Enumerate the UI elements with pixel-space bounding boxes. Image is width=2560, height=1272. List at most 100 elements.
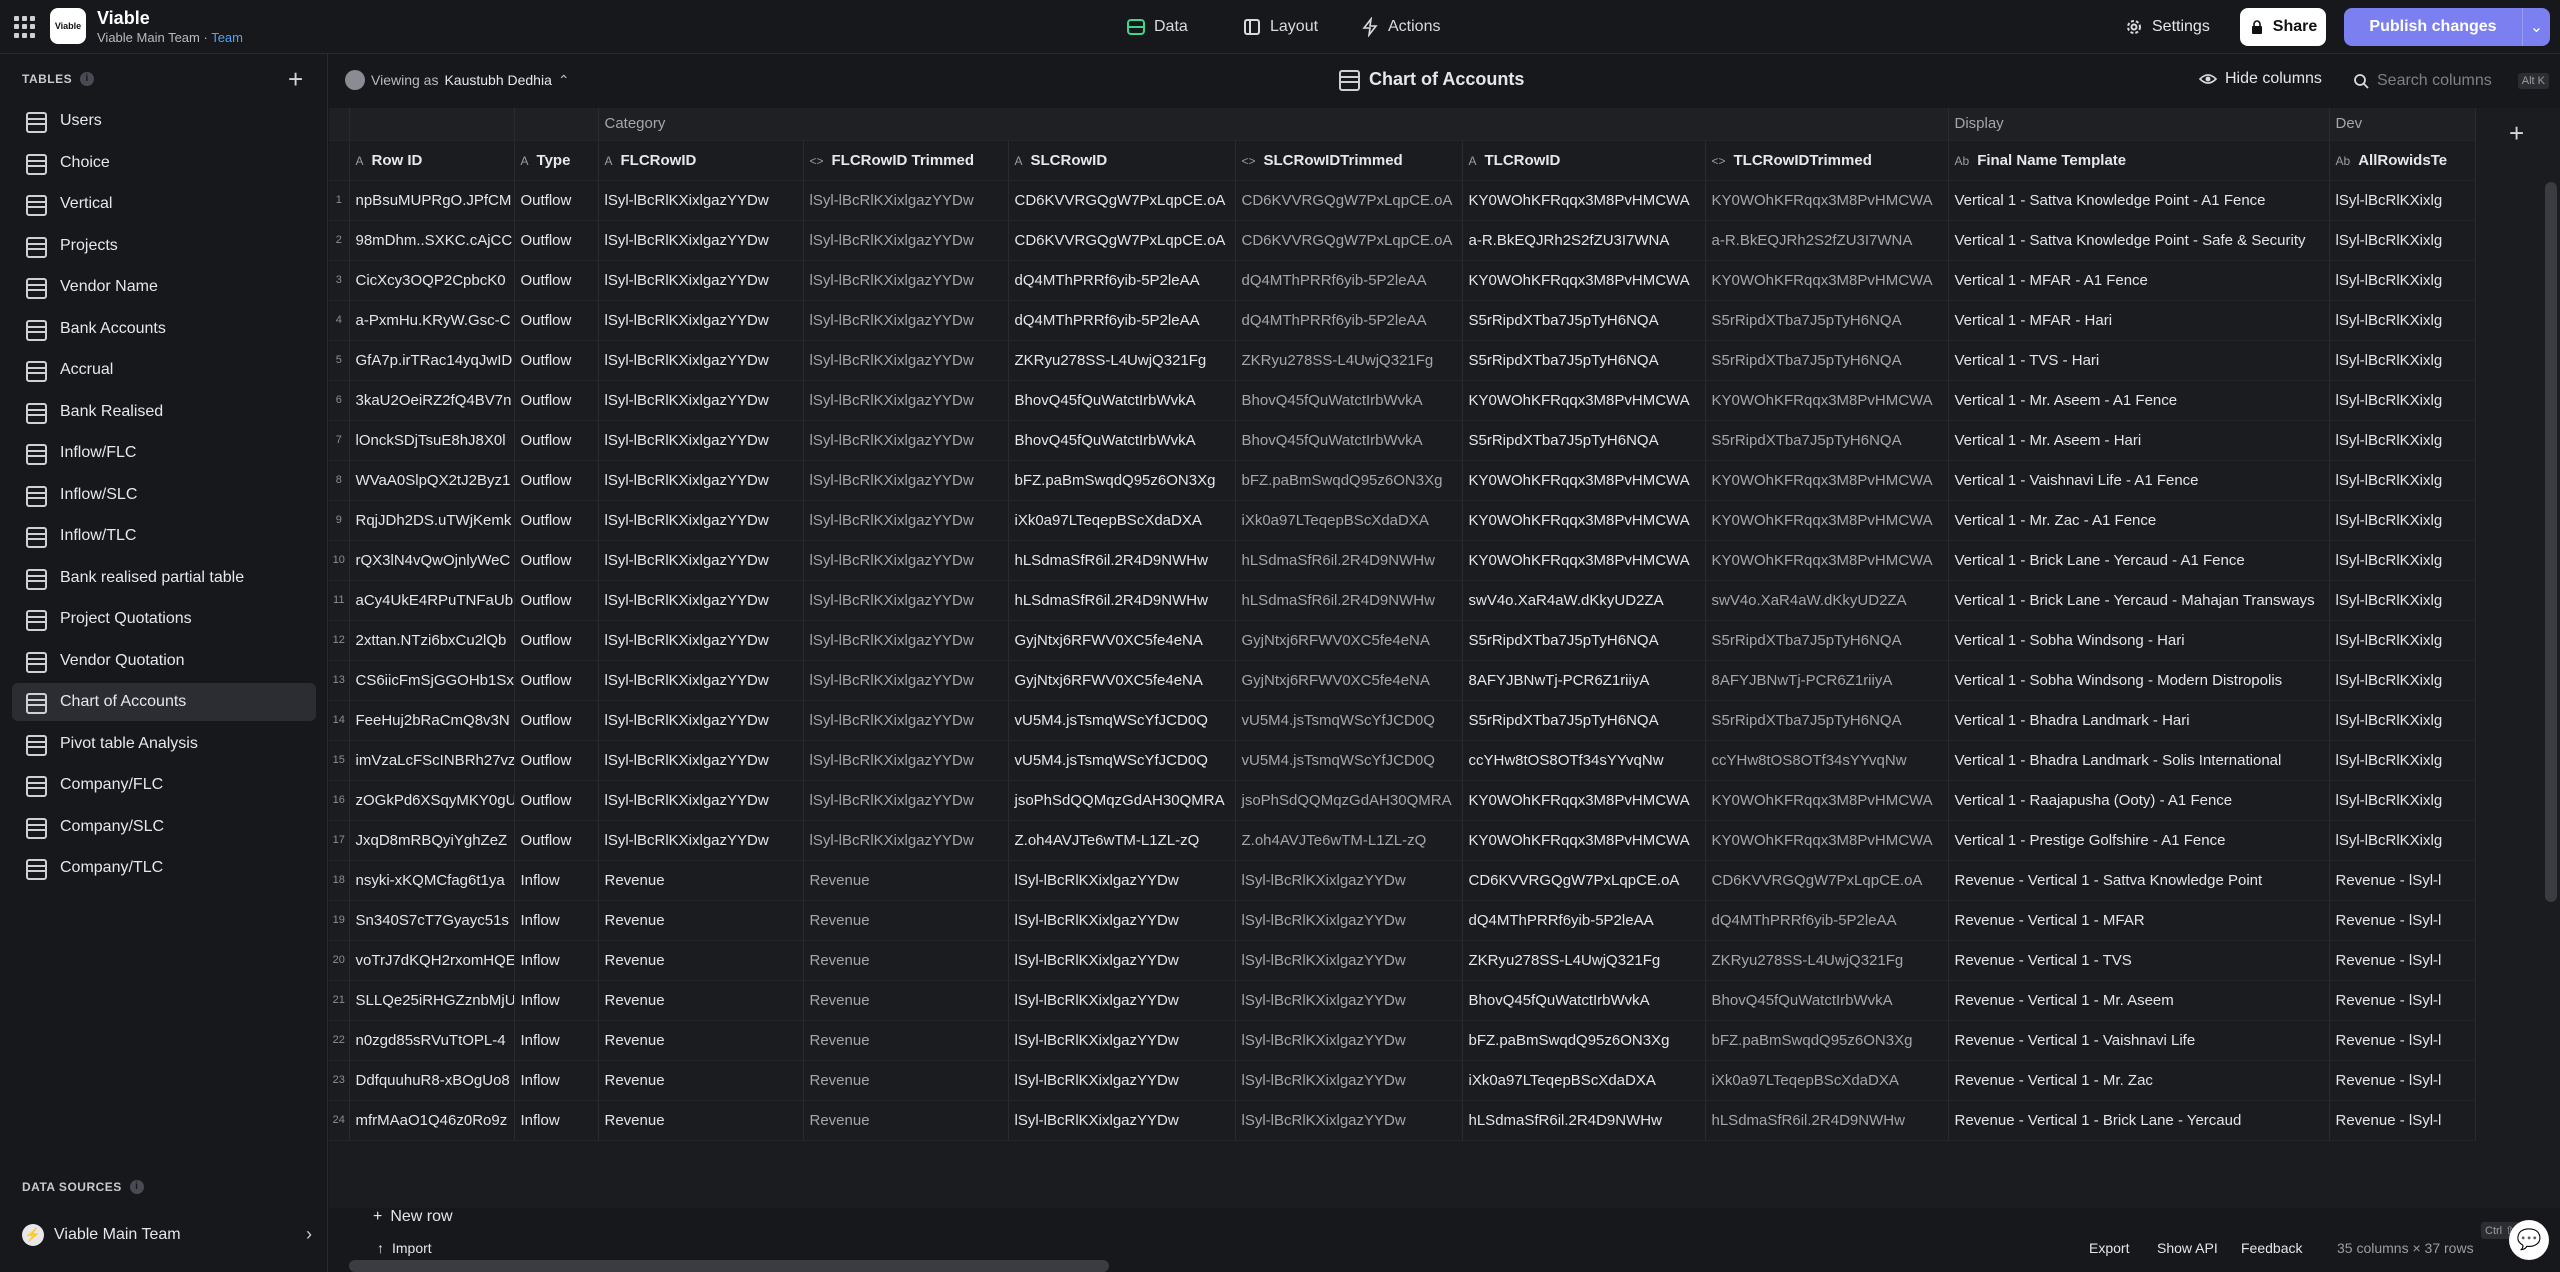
table-cell[interactable]: S5rRipdXTba7J5pTyH6NQA [1462, 300, 1706, 341]
table-cell[interactable]: FeeHuj2bRaCmQ8v3N [349, 700, 515, 741]
table-cell[interactable]: KY0WOhKFRqqx3M8PvHMCWA [1705, 820, 1949, 861]
table-cell[interactable]: Vertical 1 - Mr. Aseem - A1 Fence [1948, 380, 2330, 421]
table-cell[interactable]: lSyl-lBcRlKXixlgazYYDw [1235, 1060, 1463, 1101]
table-row[interactable]: 20 voTrJ7dKQH2rxomHQE Inflow Revenue Revenue… [329, 940, 2476, 981]
table-cell[interactable]: BhovQ45fQuWatctIrbWvkA [1008, 380, 1236, 421]
table-cell[interactable]: lSyl-lBcRlKXixlgazYYDw [598, 460, 804, 501]
table-cell[interactable]: Revenue - lSyl-l [2329, 1100, 2476, 1141]
table-cell[interactable]: ZKRyu278SS-L4UwjQ321Fg [1008, 340, 1236, 381]
table-cell[interactable]: KY0WOhKFRqqx3M8PvHMCWA [1462, 260, 1706, 301]
table-cell[interactable]: Inflow [514, 940, 599, 981]
table-cell[interactable]: Outflow [514, 180, 599, 221]
table-cell[interactable]: Inflow [514, 1020, 599, 1061]
column-header[interactable]: A Type [514, 140, 599, 181]
table-cell[interactable]: CS6iicFmSjGGOHb1Sx [349, 660, 515, 701]
table-cell[interactable]: mfrMAaO1Q46z0Ro9z [349, 1100, 515, 1141]
table-cell[interactable]: S5rRipdXTba7J5pTyH6NQA [1705, 700, 1949, 741]
column-header[interactable]: A Row ID [349, 140, 515, 181]
table-cell[interactable]: hLSdmaSfR6il.2R4D9NWHw [1235, 540, 1463, 581]
table-cell[interactable]: dQ4MThPRRf6yib-5P2leAA [1235, 260, 1463, 301]
table-cell[interactable]: Revenue [803, 1100, 1009, 1141]
table-cell[interactable]: lSyl-lBcRlKXixlgazYYDw [803, 780, 1009, 821]
table-cell[interactable]: GyjNtxj6RFWV0XC5fe4eNA [1235, 620, 1463, 661]
table-cell[interactable]: lSyl-lBcRlKXixlgazYYDw [1008, 900, 1236, 941]
table-cell[interactable]: lSyl-lBcRlKXixlg [2329, 260, 2476, 301]
table-cell[interactable]: lSyl-lBcRlKXixlgazYYDw [1008, 940, 1236, 981]
table-cell[interactable]: Inflow [514, 1100, 599, 1141]
table-row[interactable]: 12 2xttan.NTzi6bxCu2lQb Outflow lSyl-lBcRlK… [329, 620, 2476, 661]
show-api-button[interactable]: Show API [2157, 1240, 2218, 1256]
table-cell[interactable]: lSyl-lBcRlKXixlgazYYDw [803, 500, 1009, 541]
sidebar-item-bank-realised-partial-table[interactable]: Bank realised partial table [12, 559, 316, 597]
table-cell[interactable]: hLSdmaSfR6il.2R4D9NWHw [1008, 540, 1236, 581]
table-cell[interactable]: 3kaU2OeiRZ2fQ4BV7n [349, 380, 515, 421]
sidebar-item-project-quotations[interactable]: Project Quotations [12, 600, 316, 638]
sidebar-item-choice[interactable]: Choice [12, 144, 316, 182]
sidebar-item-bank-realised[interactable]: Bank Realised [12, 393, 316, 431]
table-cell[interactable]: RqjJDh2DS.uTWjKemk [349, 500, 515, 541]
table-cell[interactable]: KY0WOhKFRqqx3M8PvHMCWA [1705, 380, 1949, 421]
table-cell[interactable]: 8AFYJBNwTj-PCR6Z1riiyA [1462, 660, 1706, 701]
table-cell[interactable]: Outflow [514, 740, 599, 781]
table-cell[interactable]: BhovQ45fQuWatctIrbWvkA [1235, 380, 1463, 421]
table-cell[interactable]: Outflow [514, 500, 599, 541]
table-cell[interactable]: lSyl-lBcRlKXixlgazYYDw [803, 420, 1009, 461]
table-cell[interactable]: lSyl-lBcRlKXixlgazYYDw [803, 620, 1009, 661]
sidebar-item-pivot-table-analysis[interactable]: Pivot table Analysis [12, 725, 316, 763]
feedback-button[interactable]: Feedback [2241, 1240, 2302, 1256]
table-cell[interactable]: lSyl-lBcRlKXixlgazYYDw [598, 260, 804, 301]
table-cell[interactable]: lSyl-lBcRlKXixlgazYYDw [803, 220, 1009, 261]
table-cell[interactable]: Outflow [514, 300, 599, 341]
table-cell[interactable]: DdfquuhuR8-xBOgUo8 [349, 1060, 515, 1101]
table-cell[interactable]: KY0WOhKFRqqx3M8PvHMCWA [1462, 180, 1706, 221]
table-cell[interactable]: Revenue [598, 900, 804, 941]
table-cell[interactable]: hLSdmaSfR6il.2R4D9NWHw [1008, 580, 1236, 621]
table-cell[interactable]: lSyl-lBcRlKXixlg [2329, 460, 2476, 501]
table-cell[interactable]: 98mDhm..SXKC.cAjCC [349, 220, 515, 261]
table-cell[interactable]: Revenue - Vertical 1 - Vaishnavi Life [1948, 1020, 2330, 1061]
table-cell[interactable]: Outflow [514, 700, 599, 741]
table-row[interactable]: 5 GfA7p.irTRac14yqJwID Outflow lSyl-lBcRlKX… [329, 340, 2476, 381]
table-cell[interactable]: lSyl-lBcRlKXixlg [2329, 420, 2476, 461]
table-cell[interactable]: KY0WOhKFRqqx3M8PvHMCWA [1705, 500, 1949, 541]
table-cell[interactable]: GfA7p.irTRac14yqJwID [349, 340, 515, 381]
table-cell[interactable]: lSyl-lBcRlKXixlg [2329, 780, 2476, 821]
table-cell[interactable]: Revenue - lSyl-l [2329, 980, 2476, 1021]
table-cell[interactable]: GyjNtxj6RFWV0XC5fe4eNA [1008, 660, 1236, 701]
table-cell[interactable]: iXk0a97LTeqepBScXdaDXA [1008, 500, 1236, 541]
table-cell[interactable]: lSyl-lBcRlKXixlgazYYDw [598, 820, 804, 861]
table-cell[interactable]: Vertical 1 - Sobha Windsong - Hari [1948, 620, 2330, 661]
sidebar-item-vendor-quotation[interactable]: Vendor Quotation [12, 642, 316, 680]
table-cell[interactable]: lSyl-lBcRlKXixlgazYYDw [803, 380, 1009, 421]
table-cell[interactable]: hLSdmaSfR6il.2R4D9NWHw [1462, 1100, 1706, 1141]
table-cell[interactable]: lSyl-lBcRlKXixlgazYYDw [598, 500, 804, 541]
table-cell[interactable]: vU5M4.jsTsmqWScYfJCD0Q [1235, 740, 1463, 781]
table-cell[interactable]: S5rRipdXTba7J5pTyH6NQA [1462, 620, 1706, 661]
table-cell[interactable]: Revenue - lSyl-l [2329, 900, 2476, 941]
table-cell[interactable]: a-R.BkEQJRh2S2fZU3I7WNA [1705, 220, 1949, 261]
table-cell[interactable]: dQ4MThPRRf6yib-5P2leAA [1235, 300, 1463, 341]
table-cell[interactable]: dQ4MThPRRf6yib-5P2leAA [1008, 300, 1236, 341]
table-cell[interactable]: lSyl-lBcRlKXixlgazYYDw [803, 180, 1009, 221]
table-cell[interactable]: Inflow [514, 900, 599, 941]
table-cell[interactable]: vU5M4.jsTsmqWScYfJCD0Q [1008, 740, 1236, 781]
table-cell[interactable]: iXk0a97LTeqepBScXdaDXA [1235, 500, 1463, 541]
info-icon[interactable]: i [129, 1180, 144, 1194]
table-cell[interactable]: npBsuMUPRgO.JPfCM [349, 180, 515, 221]
table-cell[interactable]: lSyl-lBcRlKXixlgazYYDw [598, 180, 804, 221]
sidebar-item-chart-of-accounts[interactable]: Chart of Accounts [12, 683, 316, 721]
export-button[interactable]: Export [2089, 1240, 2129, 1256]
table-cell[interactable]: BhovQ45fQuWatctIrbWvkA [1008, 420, 1236, 461]
sidebar-item-company-tlc[interactable]: Company/TLC [12, 849, 316, 887]
table-cell[interactable]: lSyl-lBcRlKXixlg [2329, 700, 2476, 741]
import-button[interactable]: ↑ Import [377, 1240, 432, 1256]
table-cell[interactable]: lSyl-lBcRlKXixlgazYYDw [1235, 860, 1463, 901]
table-cell[interactable]: Vertical 1 - TVS - Hari [1948, 340, 2330, 381]
table-cell[interactable]: Inflow [514, 860, 599, 901]
table-cell[interactable]: lSyl-lBcRlKXixlgazYYDw [598, 540, 804, 581]
table-row[interactable]: 10 rQX3lN4vQwOjnlyWeC Outflow lSyl-lBcRlKXi… [329, 540, 2476, 581]
table-cell[interactable]: lSyl-lBcRlKXixlgazYYDw [598, 740, 804, 781]
table-cell[interactable]: lSyl-lBcRlKXixlgazYYDw [803, 740, 1009, 781]
table-cell[interactable]: hLSdmaSfR6il.2R4D9NWHw [1705, 1100, 1949, 1141]
table-cell[interactable]: lSyl-lBcRlKXixlgazYYDw [803, 300, 1009, 341]
